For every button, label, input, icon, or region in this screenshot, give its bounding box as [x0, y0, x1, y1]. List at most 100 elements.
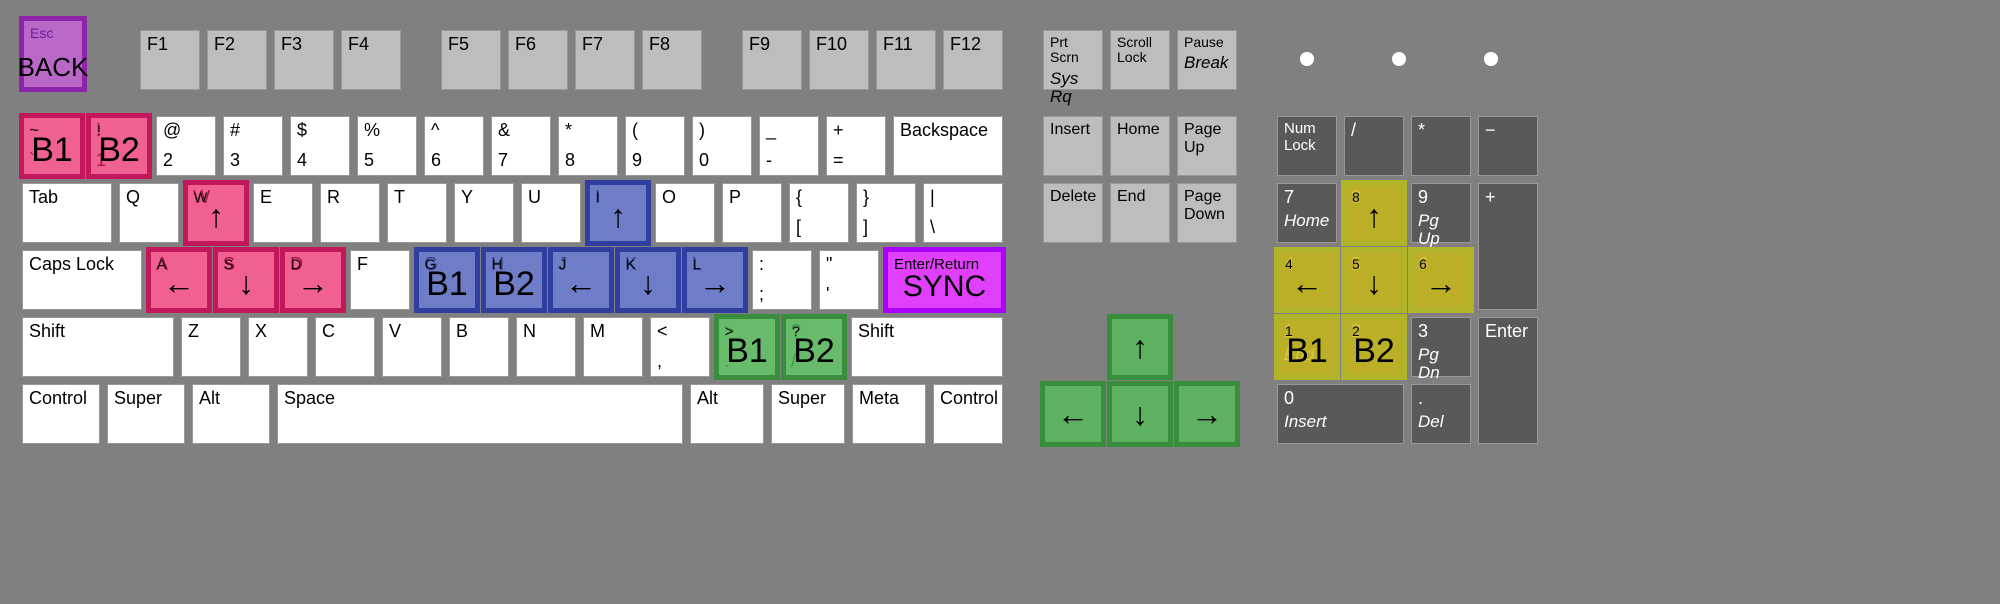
numpad-8[interactable]: 8 [1344, 183, 1404, 243]
key-slash[interactable]: ?/ [784, 317, 844, 377]
key-lalt[interactable]: Alt [192, 384, 270, 444]
key-0[interactable]: )0 [692, 116, 752, 176]
numpad-div[interactable]: / [1344, 116, 1404, 176]
key-1[interactable]: !1 [89, 116, 149, 176]
key-4[interactable]: $4 [290, 116, 350, 176]
key-8[interactable]: *8 [558, 116, 618, 176]
key-f6[interactable]: F6 [508, 30, 568, 90]
key-f10[interactable]: F10 [809, 30, 869, 90]
key-q[interactable]: Q [119, 183, 179, 243]
key-p[interactable]: P [722, 183, 782, 243]
numpad-4[interactable]: 4 [1277, 250, 1337, 310]
numpad-7[interactable]: 7Home [1277, 183, 1337, 243]
key-f5[interactable]: F5 [441, 30, 501, 90]
key-down[interactable] [1110, 384, 1170, 444]
key-g[interactable]: G [417, 250, 477, 310]
key-home[interactable]: Home [1110, 116, 1170, 176]
numpad-3[interactable]: 3Pg Dn [1411, 317, 1471, 377]
key-e[interactable]: E [253, 183, 313, 243]
key-5[interactable]: %5 [357, 116, 417, 176]
numpad-sub[interactable]: − [1478, 116, 1538, 176]
key-tab[interactable]: Tab [22, 183, 112, 243]
key-6[interactable]: ^6 [424, 116, 484, 176]
key-y[interactable]: Y [454, 183, 514, 243]
key-scrolllock[interactable]: Scroll Lock [1110, 30, 1170, 90]
key-f8[interactable]: F8 [642, 30, 702, 90]
key-f7[interactable]: F7 [575, 30, 635, 90]
key-pause[interactable]: PauseBreak [1177, 30, 1237, 90]
key-lcontrol[interactable]: Control [22, 384, 100, 444]
key-semicolon[interactable]: :; [752, 250, 812, 310]
key-3[interactable]: #3 [223, 116, 283, 176]
numpad-mul[interactable]: * [1411, 116, 1471, 176]
key-7[interactable]: &7 [491, 116, 551, 176]
key-lbracket[interactable]: {[ [789, 183, 849, 243]
key-enter[interactable] [886, 250, 1003, 310]
key-x[interactable]: X [248, 317, 308, 377]
key-s[interactable]: S [216, 250, 276, 310]
key-pageup[interactable]: Page Up [1177, 116, 1237, 176]
key-f2[interactable]: F2 [207, 30, 267, 90]
numpad-1[interactable]: 1End [1277, 317, 1337, 377]
key-minus[interactable]: _- [759, 116, 819, 176]
key-capslock[interactable]: Caps Lock [22, 250, 142, 310]
key-z[interactable]: Z [181, 317, 241, 377]
key-rbracket[interactable]: }] [856, 183, 916, 243]
key-rsuper[interactable]: Super [771, 384, 845, 444]
key-f4[interactable]: F4 [341, 30, 401, 90]
key-period[interactable]: >. [717, 317, 777, 377]
key-ralt[interactable]: Alt [690, 384, 764, 444]
numpad-dot[interactable]: .Del [1411, 384, 1471, 444]
key-t[interactable]: T [387, 183, 447, 243]
key-lsuper[interactable]: Super [107, 384, 185, 444]
numpad-9[interactable]: 9Pg Up [1411, 183, 1471, 243]
key-prtscrn[interactable]: Prt ScrnSys Rq [1043, 30, 1103, 90]
numpad-numlock[interactable]: Num Lock [1277, 116, 1337, 176]
key-w[interactable]: W [186, 183, 246, 243]
key-space[interactable]: Space [277, 384, 683, 444]
key-pagedown[interactable]: Page Down [1177, 183, 1237, 243]
key-meta[interactable]: Meta [852, 384, 926, 444]
key-o[interactable]: O [655, 183, 715, 243]
key-f11[interactable]: F11 [876, 30, 936, 90]
key-v[interactable]: V [382, 317, 442, 377]
key-a[interactable]: A [149, 250, 209, 310]
key-f1[interactable]: F1 [140, 30, 200, 90]
key-u[interactable]: U [521, 183, 581, 243]
numpad-0[interactable]: 0Insert [1277, 384, 1404, 444]
key-f[interactable]: F [350, 250, 410, 310]
key-j[interactable]: J [551, 250, 611, 310]
key-k[interactable]: K [618, 250, 678, 310]
key-insert[interactable]: Insert [1043, 116, 1103, 176]
key-lshift[interactable]: Shift [22, 317, 174, 377]
key-rshift[interactable]: Shift [851, 317, 1003, 377]
key-quote[interactable]: "' [819, 250, 879, 310]
key-f9[interactable]: F9 [742, 30, 802, 90]
key-f3[interactable]: F3 [274, 30, 334, 90]
key-delete[interactable]: Delete [1043, 183, 1103, 243]
numpad-enter[interactable]: Enter [1478, 317, 1538, 444]
key-backtick[interactable]: ~` [22, 116, 82, 176]
key-equals[interactable]: += [826, 116, 886, 176]
key-up[interactable] [1110, 317, 1170, 377]
key-r[interactable]: R [320, 183, 380, 243]
key-backslash[interactable]: |\ [923, 183, 1003, 243]
key-2[interactable]: @2 [156, 116, 216, 176]
key-end[interactable]: End [1110, 183, 1170, 243]
key-rcontrol[interactable]: Control [933, 384, 1003, 444]
key-d[interactable]: D [283, 250, 343, 310]
numpad-2[interactable]: 2 [1344, 317, 1404, 377]
numpad-add[interactable]: + [1478, 183, 1538, 310]
numpad-6[interactable]: 6 [1411, 250, 1471, 310]
key-l[interactable]: L [685, 250, 745, 310]
key-comma[interactable]: <, [650, 317, 710, 377]
key-c[interactable]: C [315, 317, 375, 377]
key-f12[interactable]: F12 [943, 30, 1003, 90]
key-backspace[interactable]: Backspace [893, 116, 1003, 176]
key-b[interactable]: B [449, 317, 509, 377]
numpad-5[interactable]: 5 [1344, 250, 1404, 310]
key-9[interactable]: (9 [625, 116, 685, 176]
key-i[interactable]: I [588, 183, 648, 243]
key-h[interactable]: H [484, 250, 544, 310]
key-n[interactable]: N [516, 317, 576, 377]
